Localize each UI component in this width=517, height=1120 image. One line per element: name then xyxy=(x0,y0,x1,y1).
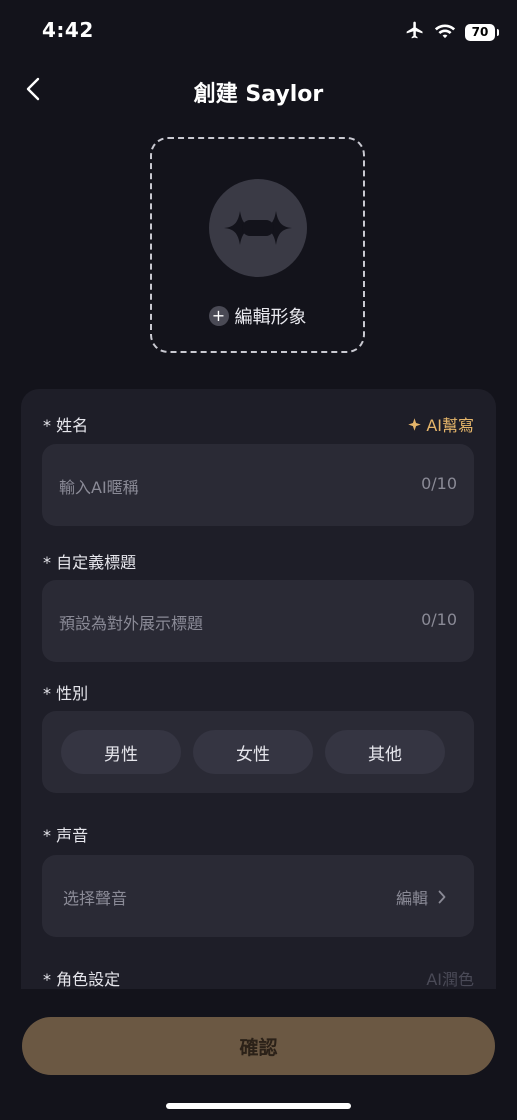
name-label: * 姓名 xyxy=(43,416,89,435)
avatar-upload-box[interactable]: + 編輯形象 xyxy=(150,137,365,353)
custom-title-placeholder: 預設為對外展示標題 xyxy=(59,614,204,633)
nickname-placeholder: 輸入AI暱稱 xyxy=(59,478,139,497)
plus-icon: + xyxy=(208,306,229,326)
status-bar: 4:42 70 xyxy=(0,0,517,62)
ai-sparkle-icon xyxy=(408,417,422,431)
voice-placeholder: 选择聲音 xyxy=(63,889,128,908)
voice-edit-button[interactable]: 編輯 xyxy=(396,885,446,909)
gender-label: * 性別 xyxy=(43,684,89,703)
role-setting-label: * 角色設定 xyxy=(43,970,121,989)
status-icons: 70 xyxy=(405,20,499,44)
ai-polish-label: AI潤色 xyxy=(426,970,474,989)
battery-indicator: 70 xyxy=(465,23,499,41)
custom-title-input[interactable]: 預設為對外展示標題 0/10 xyxy=(42,580,474,662)
gender-selector: 男性 女性 其他 xyxy=(42,711,474,793)
page-title: 創建 Saylor xyxy=(193,82,324,107)
nickname-counter: 0/10 xyxy=(421,474,457,493)
confirm-button[interactable]: 確認 xyxy=(22,1017,495,1075)
airplane-icon xyxy=(405,20,425,44)
ai-write-label: AI幫寫 xyxy=(426,416,474,435)
custom-title-label: * 自定義標題 xyxy=(43,553,137,572)
header: 創建 Saylor xyxy=(0,62,517,118)
wifi-icon xyxy=(434,21,456,43)
voice-label: * 声音 xyxy=(43,826,89,845)
chevron-right-icon xyxy=(438,890,446,904)
home-indicator xyxy=(166,1103,351,1109)
custom-title-counter: 0/10 xyxy=(421,610,457,629)
voice-select[interactable]: 选择聲音 編輯 xyxy=(42,855,474,937)
voice-edit-label: 編輯 xyxy=(395,889,428,908)
edit-avatar-label: 編輯形象 xyxy=(234,307,307,328)
gender-option-female[interactable]: 女性 xyxy=(193,730,313,774)
nickname-input[interactable]: 輸入AI暱稱 0/10 xyxy=(42,444,474,526)
gender-option-male[interactable]: 男性 xyxy=(61,730,181,774)
gender-option-other[interactable]: 其他 xyxy=(325,730,445,774)
sparkle-icon xyxy=(224,211,292,245)
form-card: * 姓名 AI幫寫 輸入AI暱稱 0/10 * 自定義標題 預設為對外展示標題 … xyxy=(21,389,496,989)
edit-avatar-button[interactable]: + 編輯形象 xyxy=(152,303,363,329)
ai-polish-button[interactable]: AI潤色 xyxy=(426,966,474,989)
avatar-placeholder xyxy=(209,179,307,277)
status-time: 4:42 xyxy=(42,18,94,42)
ai-write-button[interactable]: AI幫寫 xyxy=(407,412,474,436)
